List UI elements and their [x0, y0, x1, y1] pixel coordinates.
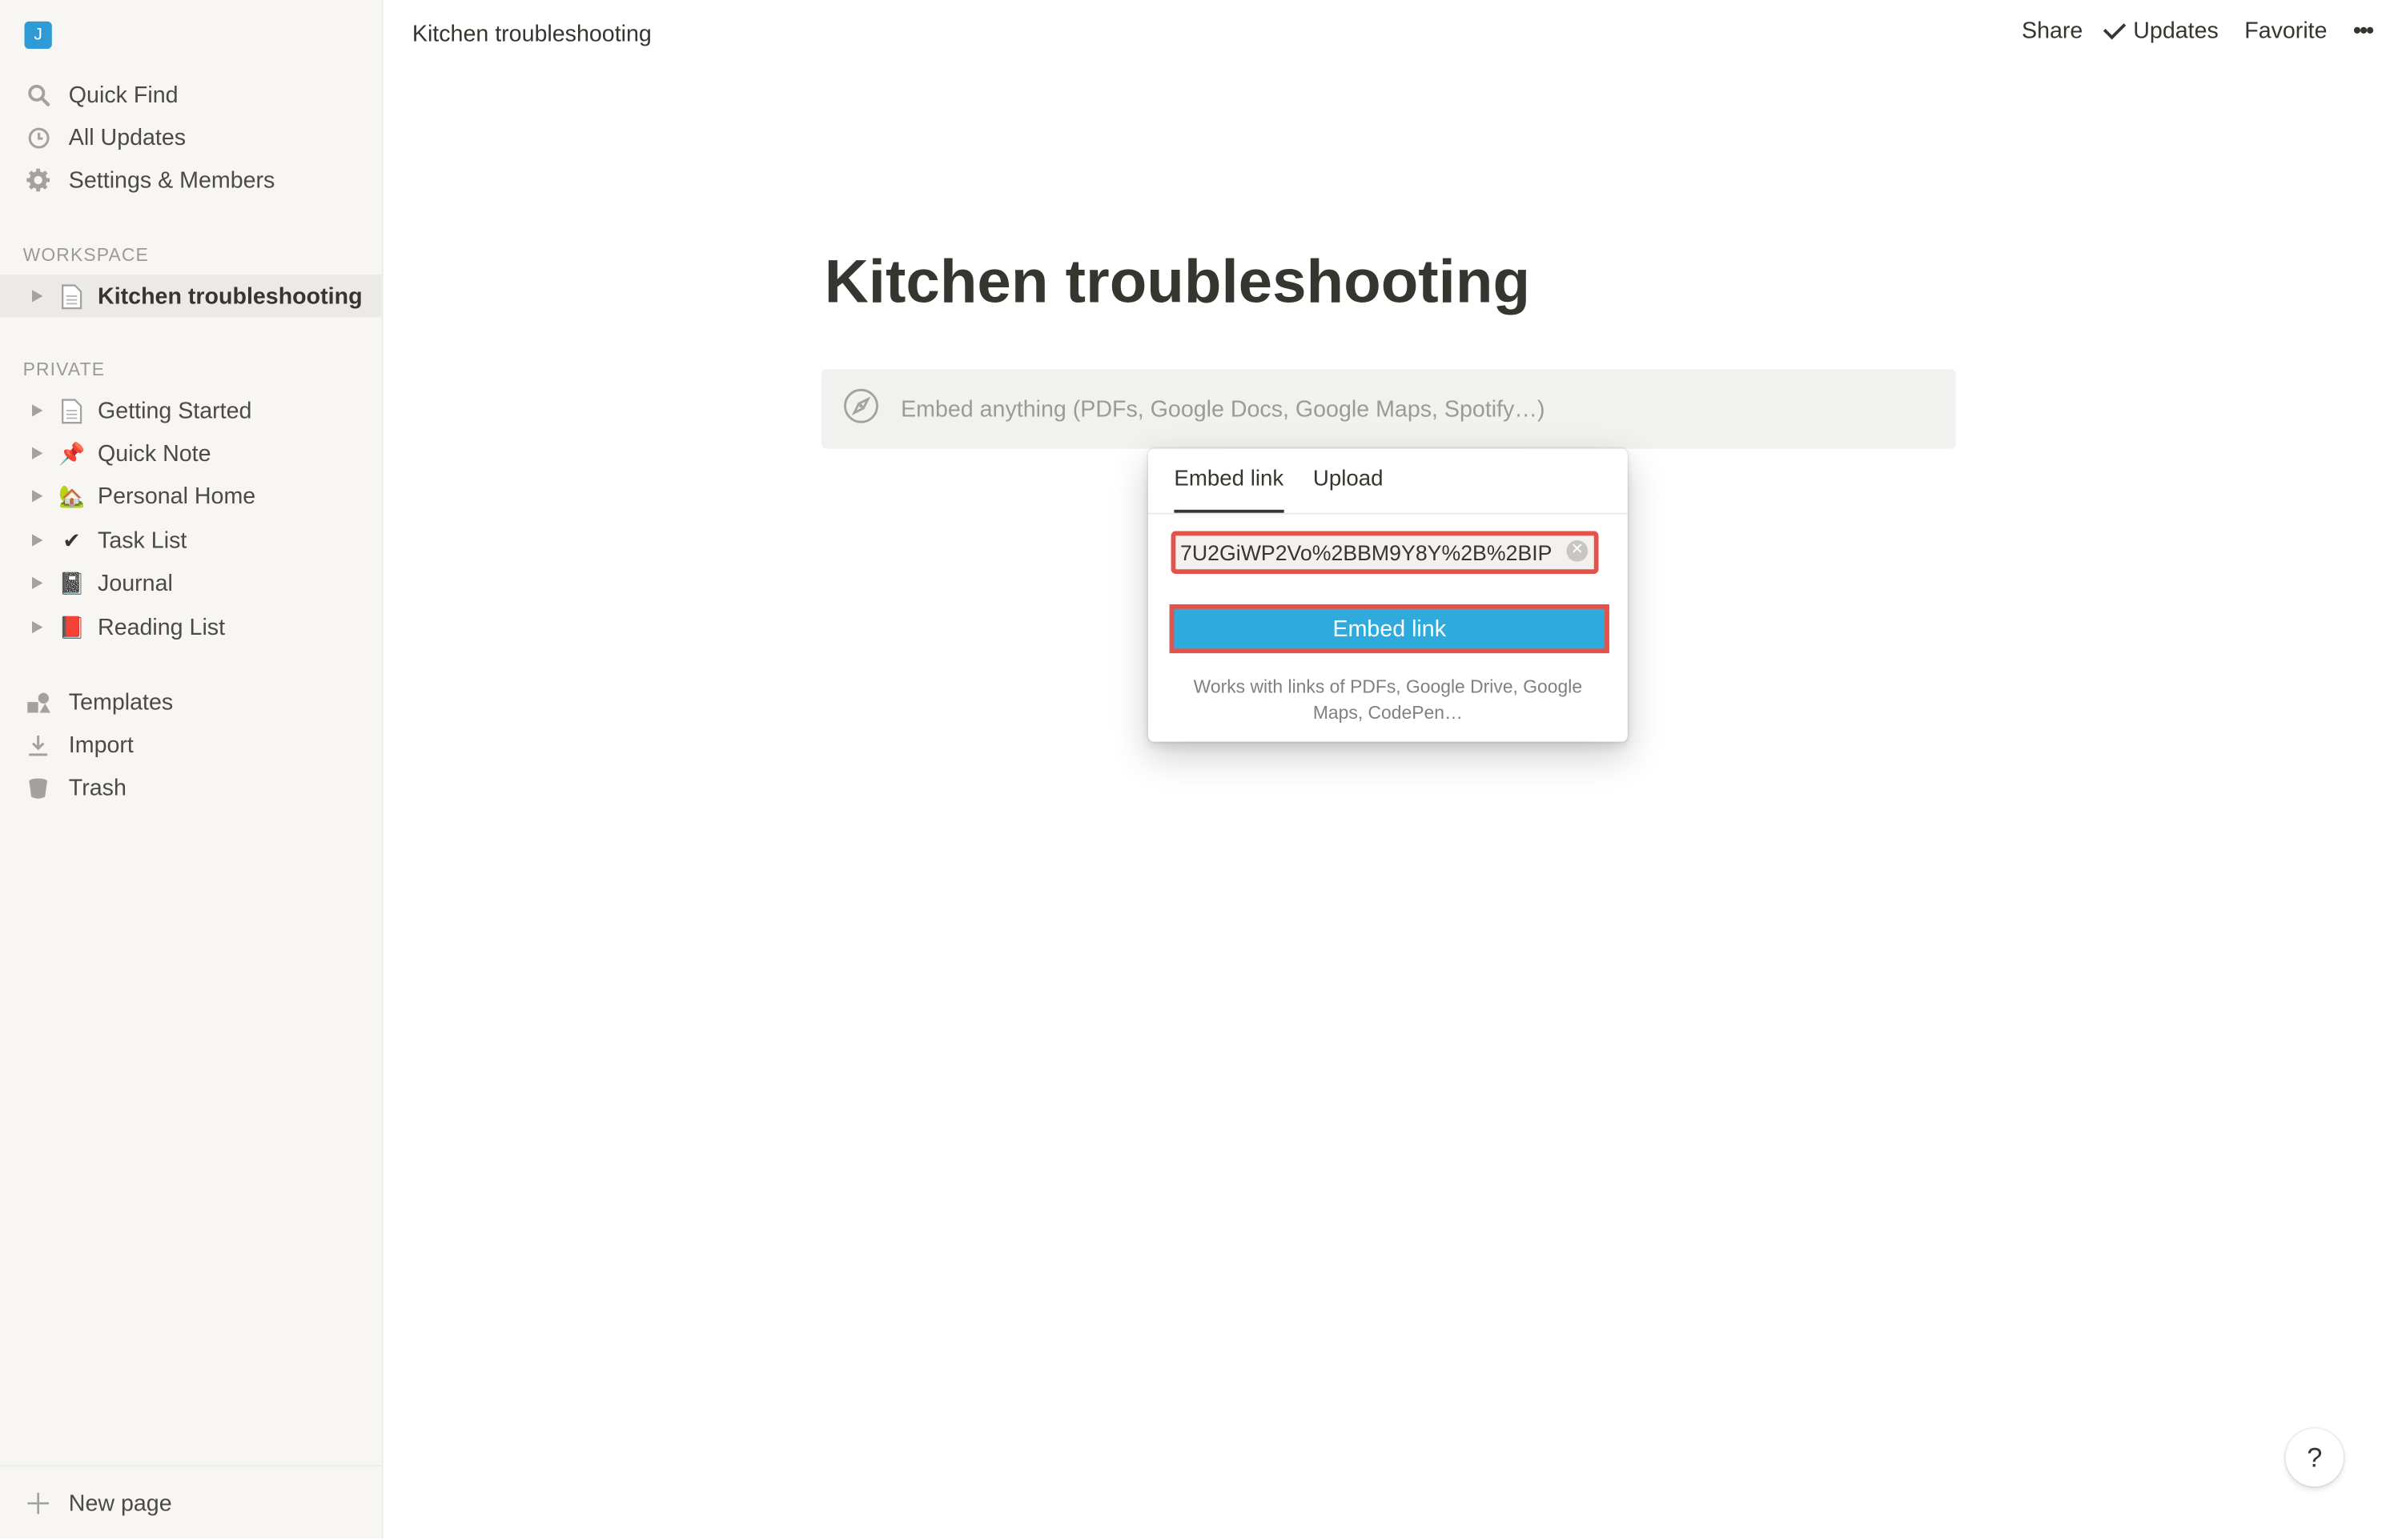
checkmark-icon: ✔ [62, 527, 81, 552]
embed-url-input[interactable] [1175, 535, 1569, 570]
tab-embed-link[interactable]: Embed link [1174, 467, 1283, 513]
expand-arrow-icon[interactable] [32, 621, 43, 634]
gear-icon [25, 166, 52, 194]
import-icon [25, 731, 52, 758]
page-icon [58, 397, 85, 424]
sidebar-item-label: Trash [68, 774, 127, 801]
sidebar-templates[interactable]: Templates [0, 680, 382, 723]
sidebar-page-label: Reading List [98, 614, 226, 640]
sidebar-item-label: All Updates [68, 124, 187, 150]
new-page-label: New page [68, 1490, 172, 1517]
sidebar-page-reading-list[interactable]: 📕 Reading List [0, 606, 382, 648]
sidebar-page-kitchen-troubleshooting[interactable]: Kitchen troubleshooting [0, 275, 382, 318]
pushpin-icon: 📌 [58, 440, 86, 465]
embed-url-field[interactable]: ✕ [1171, 531, 1599, 574]
private-section-header: PRIVATE [22, 359, 106, 380]
search-icon [25, 81, 52, 108]
sidebar-page-label: Getting Started [98, 397, 252, 424]
embed-placeholder: Embed anything (PDFs, Google Docs, Googl… [901, 395, 1545, 423]
topbar-actions: Share Updates Favorite ••• [1996, 17, 2374, 45]
sidebar-item-label: Import [68, 732, 134, 758]
embed-popup: Embed link Upload ✕ Embed link Works wit… [1147, 448, 1628, 742]
updates-button[interactable]: Updates [2103, 17, 2219, 45]
page-icon [58, 283, 85, 310]
sidebar-trash[interactable]: Trash [0, 766, 382, 808]
sidebar-item-label: Quick Find [68, 82, 179, 108]
house-icon: 🏡 [58, 483, 86, 507]
expand-arrow-icon[interactable] [32, 576, 43, 590]
sidebar-page-personal-home[interactable]: 🏡 Personal Home [0, 475, 382, 517]
expand-arrow-icon[interactable] [32, 404, 43, 417]
new-page-button[interactable]: New page [0, 1465, 382, 1539]
sidebar-import[interactable]: Import [0, 724, 382, 766]
updates-label: Updates [2133, 18, 2219, 45]
breadcrumb[interactable]: Kitchen troubleshooting [412, 22, 652, 47]
sidebar-page-label: Journal [98, 570, 173, 596]
sidebar: J Quick Find All Updates Settings & Memb… [0, 0, 384, 1539]
sidebar-page-label: Task List [98, 527, 187, 554]
sidebar-page-label: Personal Home [98, 483, 256, 509]
help-button[interactable]: ? [2285, 1428, 2344, 1487]
embed-tabs: Embed link Upload [1147, 449, 1628, 515]
workspace-section-header: WORKSPACE [22, 244, 149, 266]
plus-icon [25, 1490, 52, 1517]
sidebar-all-updates[interactable]: All Updates [0, 116, 382, 158]
sidebar-page-getting-started[interactable]: Getting Started [0, 389, 382, 431]
sidebar-page-journal[interactable]: 📓 Journal [0, 562, 382, 604]
notebook-icon: 📓 [58, 570, 86, 595]
sidebar-item-label: Templates [68, 688, 174, 716]
clock-icon [25, 123, 52, 150]
clear-input-icon[interactable]: ✕ [1566, 539, 1589, 562]
tab-upload[interactable]: Upload [1313, 467, 1384, 491]
templates-icon [25, 688, 52, 716]
compass-icon [843, 387, 880, 431]
sidebar-page-quick-note[interactable]: 📌 Quick Note [0, 432, 382, 475]
sidebar-quick-find[interactable]: Quick Find [0, 74, 382, 116]
page-title[interactable]: Kitchen troubleshooting [825, 249, 1530, 318]
sidebar-page-label: Quick Note [98, 440, 211, 467]
expand-arrow-icon[interactable] [32, 534, 43, 547]
expand-arrow-icon[interactable] [32, 490, 43, 503]
embed-block[interactable]: Embed anything (PDFs, Google Docs, Googl… [821, 369, 1956, 449]
favorite-button[interactable]: Favorite [2244, 18, 2327, 44]
workspace-avatar[interactable]: J [24, 21, 52, 50]
sidebar-page-label: Kitchen troubleshooting [98, 283, 363, 310]
sidebar-settings-members[interactable]: Settings & Members [0, 158, 382, 201]
book-icon: 📕 [58, 614, 86, 639]
sidebar-page-task-list[interactable]: ✔ Task List [0, 519, 382, 561]
expand-arrow-icon[interactable] [32, 290, 43, 303]
share-button[interactable]: Share [2022, 18, 2083, 44]
check-icon [2103, 17, 2127, 40]
embed-hint: Works with links of PDFs, Google Drive, … [1193, 676, 1583, 724]
expand-arrow-icon[interactable] [32, 447, 43, 459]
trash-icon [25, 774, 52, 801]
embed-link-button[interactable]: Embed link [1169, 604, 1609, 654]
sidebar-item-label: Settings & Members [68, 166, 275, 194]
more-options-icon[interactable]: ••• [2353, 18, 2374, 44]
